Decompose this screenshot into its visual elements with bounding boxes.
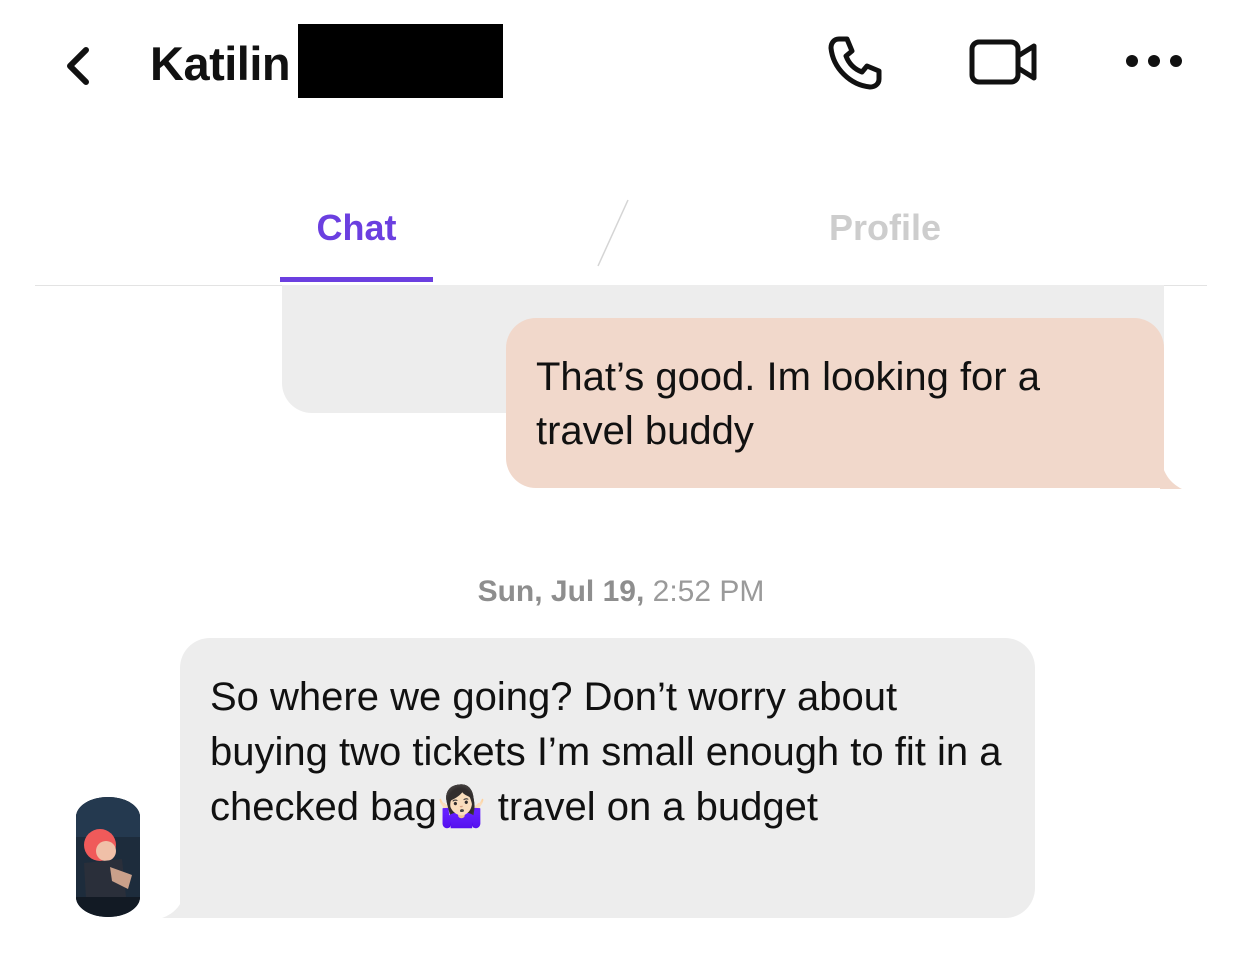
phone-icon [828,36,882,90]
video-camera-icon [969,39,1037,85]
avatar[interactable] [76,797,140,917]
back-button[interactable] [52,38,102,94]
incoming-message-text-end: travel on a budget [486,785,819,829]
tab-divider [597,199,629,267]
message-list[interactable]: That’s good. Im looking for a travel bud… [0,285,1242,961]
more-options-button[interactable] [1118,36,1190,86]
chat-header: Katilin [0,0,1242,130]
message-timestamp: Sun, Jul 19, 2:52 PM [0,575,1242,609]
timestamp-day: Sun, Jul 19, [477,575,645,608]
outgoing-message[interactable]: That’s good. Im looking for a travel bud… [506,318,1164,488]
contact-name: Katilin [150,37,291,90]
redaction-block [298,24,503,98]
active-tab-indicator [280,277,433,282]
call-button[interactable] [820,28,890,98]
tab-bar: Chat Profile [35,180,1207,286]
tab-chat[interactable]: Chat [280,180,433,280]
chevron-left-icon [67,47,89,85]
shrug-emoji: 🤷🏻‍♀️ [436,785,487,829]
video-call-button[interactable] [962,30,1046,94]
outgoing-bubble-tail [1160,453,1182,489]
tab-profile[interactable]: Profile [795,180,975,280]
outgoing-message-text: That’s good. Im looking for a travel bud… [536,355,1040,453]
more-horizontal-icon [1126,55,1182,67]
avatar-photo [76,797,140,917]
incoming-bubble-tail [162,885,186,918]
incoming-message[interactable]: So where we going? Don’t worry about buy… [180,638,1035,918]
timestamp-time: 2:52 PM [652,575,765,608]
